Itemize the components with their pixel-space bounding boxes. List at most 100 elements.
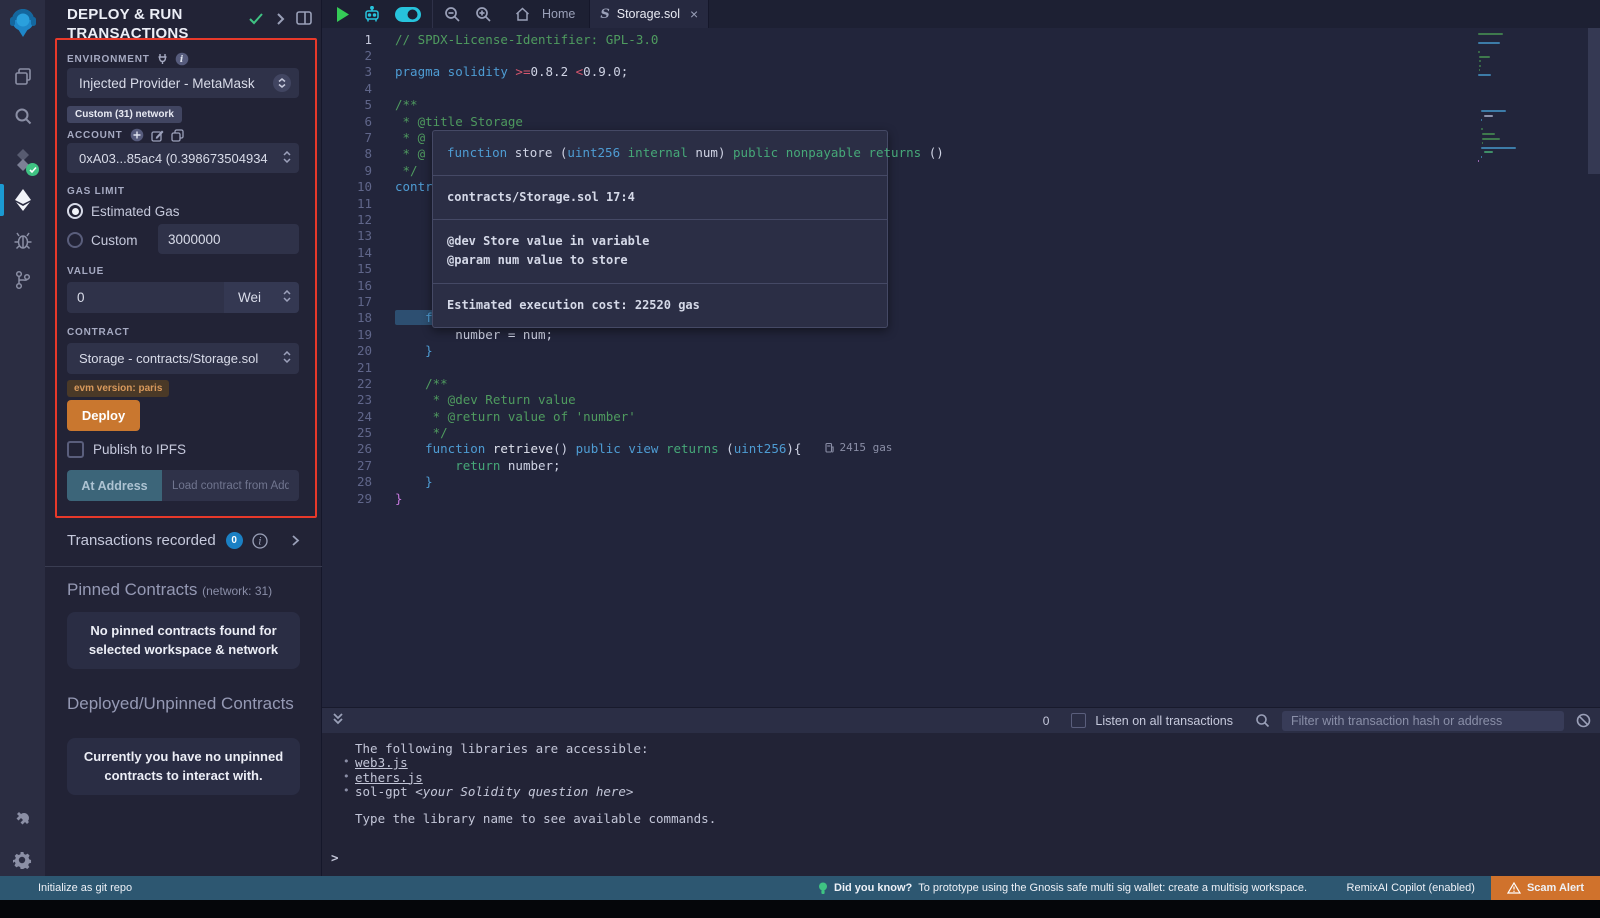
environment-label: ENVIRONMENT i: [67, 52, 189, 66]
listen-all-checkbox[interactable]: [1071, 713, 1086, 728]
ai-copilot-robot-icon[interactable]: [363, 6, 381, 23]
custom-gas-input[interactable]: [158, 224, 299, 254]
unpinned-contracts-heading: Deployed/Unpinned Contracts: [67, 694, 294, 714]
code-line[interactable]: 4: [322, 80, 1600, 96]
home-tab-label[interactable]: Home: [542, 7, 575, 21]
clear-console-icon[interactable]: [1576, 713, 1591, 728]
tooltip-signature: function store (uint256 internal num) pu…: [433, 131, 887, 176]
code-line[interactable]: 24 * @return value of 'number': [322, 408, 1600, 424]
at-address-input[interactable]: [162, 470, 299, 501]
contract-label: CONTRACT: [67, 327, 130, 338]
estimated-gas-radio[interactable]: [67, 203, 83, 219]
chevron-updown-icon: [283, 151, 291, 166]
terminal-tx-count: 0: [1043, 714, 1050, 728]
deploy-button[interactable]: Deploy: [67, 400, 140, 431]
ai-copilot-toggle[interactable]: [395, 7, 421, 22]
copy-address-icon[interactable]: [171, 129, 184, 142]
panel-title: DEPLOY & RUN TRANSACTIONS: [67, 6, 232, 44]
environment-info-icon[interactable]: i: [175, 52, 189, 66]
terminal-library-link[interactable]: ethers.js: [355, 770, 423, 785]
run-script-icon[interactable]: [336, 7, 349, 22]
custom-gas-radio[interactable]: [67, 232, 83, 248]
terminal-intro: The following libraries are accessible:: [355, 741, 649, 756]
transactions-expand-icon[interactable]: [291, 534, 300, 547]
pin-panel-icon[interactable]: [296, 11, 312, 30]
tooltip-cost: Estimated execution cost: 22520 gas: [433, 284, 887, 327]
zoom-out-icon[interactable]: [444, 6, 461, 23]
code-line[interactable]: 29}: [322, 490, 1600, 506]
code-line[interactable]: 20 }: [322, 342, 1600, 358]
tip-bulb-icon: [818, 882, 828, 895]
debugger-icon[interactable]: [0, 220, 45, 260]
panel-divider: [45, 566, 322, 567]
main-area: Home S Storage.sol × 1// SPDX-License-Id…: [322, 0, 1600, 876]
transactions-count-badge: 0: [226, 532, 243, 549]
scam-alert-button[interactable]: Scam Alert: [1491, 876, 1600, 900]
tab-storage-sol[interactable]: S Storage.sol ×: [589, 0, 709, 28]
contract-select[interactable]: Storage - contracts/Storage.sol: [67, 343, 299, 374]
warning-triangle-icon: [1507, 882, 1521, 894]
deploy-run-icon[interactable]: [0, 180, 45, 220]
collapse-terminal-icon[interactable]: [332, 712, 344, 730]
zoom-in-icon[interactable]: [475, 6, 492, 23]
git-icon[interactable]: [0, 260, 45, 300]
minimap[interactable]: [1478, 32, 1585, 164]
code-line[interactable]: 6 * @title Storage: [322, 113, 1600, 129]
account-select[interactable]: 0xA03...85ac4 (0.398673504934: [67, 143, 299, 173]
transactions-recorded-row: Transactions recorded 0 i: [67, 532, 300, 549]
pinned-contracts-empty: No pinned contracts found for selected w…: [67, 612, 300, 669]
value-unit-select[interactable]: Wei: [224, 282, 299, 313]
unpinned-contracts-empty: Currently you have no unpinned contracts…: [67, 738, 300, 795]
code-line[interactable]: 22 /**: [322, 375, 1600, 391]
sign-message-icon[interactable]: [151, 129, 164, 142]
transaction-filter-input[interactable]: [1282, 711, 1564, 731]
code-line[interactable]: 26 function retrieve() public view retur…: [322, 441, 1600, 457]
at-address-button[interactable]: At Address: [67, 470, 162, 501]
plug-icon[interactable]: [157, 53, 168, 65]
network-badge: Custom (31) network: [67, 106, 182, 123]
panel-check-icon: [248, 12, 264, 31]
deploy-run-panel: DEPLOY & RUN TRANSACTIONS ENVIRONMENT i …: [45, 0, 322, 876]
custom-gas-label: Custom: [91, 233, 138, 248]
terminal-prompt[interactable]: >: [331, 850, 339, 865]
panel-forward-icon[interactable]: [276, 12, 285, 31]
transactions-info-icon[interactable]: i: [252, 533, 268, 549]
terminal-output[interactable]: The following libraries are accessible: …: [322, 733, 1600, 876]
evm-version-badge: evm version: paris: [67, 380, 169, 397]
code-line[interactable]: 28 }: [322, 474, 1600, 490]
publish-ipfs-checkbox[interactable]: [67, 441, 84, 458]
copilot-status[interactable]: RemixAI Copilot (enabled): [1347, 882, 1475, 894]
transactions-recorded-label: Transactions recorded: [67, 532, 216, 549]
code-line[interactable]: 5/**: [322, 97, 1600, 113]
did-you-know-tip: Did you know? To prototype using the Gno…: [818, 882, 1307, 895]
value-input[interactable]: [67, 282, 224, 313]
add-account-icon[interactable]: [130, 128, 144, 142]
file-explorer-icon[interactable]: [0, 56, 45, 96]
editor-scrollbar[interactable]: [1588, 28, 1600, 174]
svg-text:i: i: [258, 536, 261, 547]
value-label: VALUE: [67, 266, 104, 277]
terminal-header: 0 Listen on all transactions: [322, 707, 1600, 733]
solidity-file-icon: S: [600, 7, 609, 22]
environment-select[interactable]: Injected Provider - MetaMask: [67, 68, 299, 98]
settings-gear-icon[interactable]: [0, 840, 45, 880]
code-line[interactable]: 25 */: [322, 424, 1600, 440]
solidity-compiler-icon[interactable]: [0, 140, 45, 180]
plugin-manager-icon[interactable]: [0, 798, 45, 838]
terminal-library-link[interactable]: web3.js: [355, 755, 408, 770]
code-line[interactable]: 19 number = num;: [322, 326, 1600, 342]
code-line[interactable]: 21: [322, 359, 1600, 375]
code-editor[interactable]: 1// SPDX-License-Identifier: GPL-3.023pr…: [322, 28, 1600, 707]
close-tab-icon[interactable]: ×: [690, 7, 698, 21]
code-line[interactable]: 1// SPDX-License-Identifier: GPL-3.0: [322, 31, 1600, 47]
code-line[interactable]: 2: [322, 47, 1600, 63]
remix-logo[interactable]: [0, 0, 45, 46]
search-icon[interactable]: [0, 96, 45, 136]
code-line[interactable]: 3pragma solidity >=0.8.2 <0.9.0;: [322, 64, 1600, 80]
gas-limit-label: GAS LIMIT: [67, 186, 125, 197]
code-line[interactable]: 27 return number;: [322, 457, 1600, 473]
compile-success-badge: [26, 163, 39, 176]
git-init-label[interactable]: Initialize as git repo: [38, 882, 132, 894]
home-icon[interactable]: [515, 7, 530, 21]
code-line[interactable]: 23 * @dev Return value: [322, 392, 1600, 408]
